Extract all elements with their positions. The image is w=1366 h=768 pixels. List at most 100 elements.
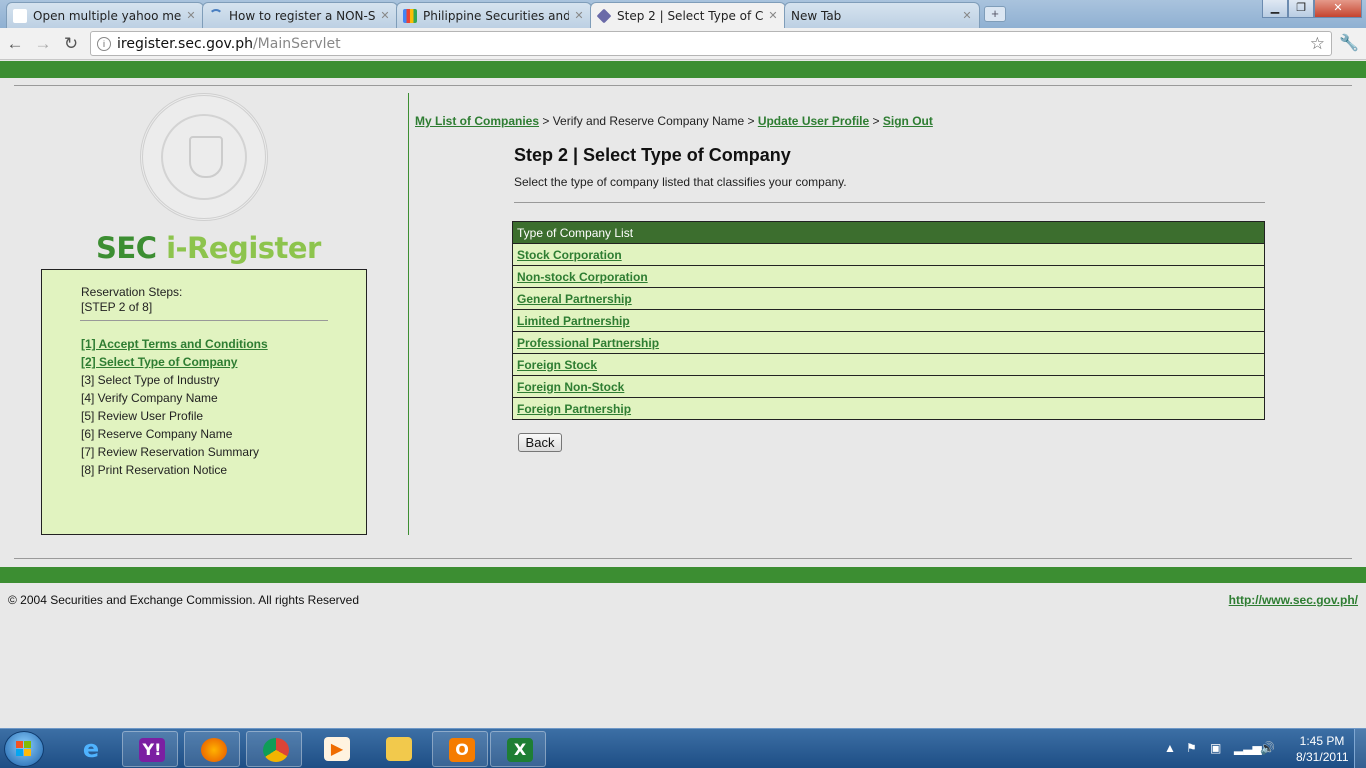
show-hidden-icons-icon[interactable]: ▲ bbox=[1164, 741, 1176, 755]
table-row: Foreign Non-Stock bbox=[512, 375, 1265, 398]
table-cell: General Partnership bbox=[512, 287, 1265, 310]
table-header: Type of Company List bbox=[512, 221, 1265, 244]
table-row: Limited Partnership bbox=[512, 309, 1265, 332]
table-row: General Partnership bbox=[512, 287, 1265, 310]
company-type-link-general-partnership[interactable]: General Partnership bbox=[517, 292, 632, 306]
browser-tab-strip: Open multiple yahoo mess ✕ How to regist… bbox=[0, 0, 1366, 28]
company-type-link-limited-partnership[interactable]: Limited Partnership bbox=[517, 314, 630, 328]
tab-label: Open multiple yahoo mess bbox=[33, 8, 181, 23]
tab-label: Step 2 | Select Type of Com bbox=[617, 8, 763, 23]
step-accept-terms-link[interactable]: [1] Accept Terms and Conditions bbox=[81, 335, 268, 353]
my-list-of-companies-link[interactable]: My List of Companies bbox=[415, 114, 539, 128]
table-row: Foreign Partnership bbox=[512, 397, 1265, 420]
address-bar[interactable]: i iregister.sec.gov.ph/MainServlet ☆ bbox=[90, 31, 1332, 56]
sec-iregister-logo: SEC i-Register bbox=[96, 231, 321, 265]
step-review-reservation-summary: [7] Review Reservation Summary bbox=[81, 445, 260, 459]
tab-close-icon[interactable]: ✕ bbox=[185, 9, 197, 22]
company-type-link-foreign-non-stock[interactable]: Foreign Non-Stock bbox=[517, 380, 624, 394]
update-user-profile-link[interactable]: Update User Profile bbox=[758, 114, 869, 128]
page-icon: i bbox=[97, 36, 111, 51]
table-row: Professional Partnership bbox=[512, 331, 1265, 354]
back-arrow-icon[interactable]: ← bbox=[4, 33, 26, 55]
divider bbox=[514, 202, 1265, 203]
close-window-button[interactable]: ✕ bbox=[1314, 0, 1362, 18]
taskbar-chrome[interactable] bbox=[246, 731, 302, 767]
url-host: iregister.sec.gov.ph bbox=[117, 35, 253, 52]
table-cell: Limited Partnership bbox=[512, 309, 1265, 332]
divider bbox=[14, 85, 1352, 86]
start-button[interactable] bbox=[4, 731, 44, 767]
taskbar-firefox[interactable] bbox=[184, 731, 240, 767]
minimize-button[interactable]: ▁ bbox=[1262, 0, 1288, 18]
browser-tab-philippine-sec[interactable]: Philippine Securities and Ex ✕ bbox=[396, 2, 592, 28]
device-icon[interactable]: ▣ bbox=[1210, 741, 1221, 755]
taskbar-file-explorer[interactable] bbox=[370, 731, 426, 767]
sign-out-link[interactable]: Sign Out bbox=[883, 114, 933, 128]
seal-shield-icon bbox=[189, 136, 223, 178]
bookmark-star-icon[interactable]: ☆ bbox=[1310, 34, 1325, 54]
tab-close-icon[interactable]: ✕ bbox=[573, 9, 585, 22]
step-verify-company-name: [4] Verify Company Name bbox=[81, 391, 218, 405]
browser-tab-how-to-register[interactable]: How to register a NON-Sto ✕ bbox=[202, 2, 398, 28]
vertical-divider bbox=[408, 93, 409, 535]
step-review-user-profile: [5] Review User Profile bbox=[81, 409, 204, 423]
company-type-link-foreign-partnership[interactable]: Foreign Partnership bbox=[517, 402, 631, 416]
folder-icon bbox=[386, 737, 412, 761]
tab-close-icon[interactable]: ✕ bbox=[379, 9, 391, 22]
show-desktop-button[interactable] bbox=[1354, 729, 1366, 768]
company-type-link-professional-partnership[interactable]: Professional Partnership bbox=[517, 336, 659, 350]
sidebar: SEC i-Register Reservation Steps: [STEP … bbox=[14, 93, 394, 535]
taskbar-media-player[interactable]: ▶ bbox=[308, 731, 364, 767]
tab-close-icon[interactable]: ✕ bbox=[961, 9, 973, 22]
taskbar-excel[interactable]: X bbox=[490, 731, 546, 767]
forward-arrow-icon[interactable]: → bbox=[32, 33, 54, 55]
internet-explorer-icon: e bbox=[82, 735, 100, 763]
company-type-link-foreign-stock[interactable]: Foreign Stock bbox=[517, 358, 597, 372]
footer-green-bar bbox=[0, 567, 1366, 583]
copyright-text: © 2004 Securities and Exchange Commissio… bbox=[8, 593, 360, 607]
wrench-menu-icon[interactable]: 🔧 bbox=[1339, 33, 1359, 53]
step-print-reservation-notice: [8] Print Reservation Notice bbox=[81, 463, 228, 477]
company-type-link-non-stock-corporation[interactable]: Non-stock Corporation bbox=[517, 270, 648, 284]
logo-sec-text: SEC bbox=[96, 231, 157, 265]
browser-tab-new-tab[interactable]: New Tab ✕ bbox=[784, 2, 980, 28]
browser-tab-yahoo[interactable]: Open multiple yahoo mess ✕ bbox=[6, 2, 204, 28]
sec-website-link[interactable]: http://www.sec.gov.ph/ bbox=[1229, 593, 1358, 607]
volume-icon[interactable]: 🔊 bbox=[1260, 741, 1275, 755]
browser-toolbar: ← → ↻ i iregister.sec.gov.ph/MainServlet… bbox=[0, 28, 1366, 60]
tab-label: How to register a NON-Sto bbox=[229, 8, 375, 23]
step-select-type-of-company-link[interactable]: [2] Select Type of Company bbox=[81, 353, 268, 371]
breadcrumb-separator: > bbox=[869, 114, 883, 128]
reload-icon[interactable]: ↻ bbox=[60, 33, 82, 55]
taskbar-clock[interactable]: 1:45 PM 8/31/2011 bbox=[1296, 733, 1349, 765]
steps-list: [1] Accept Terms and Conditions [2] Sele… bbox=[81, 335, 268, 479]
browser-tab-step2-active[interactable]: Step 2 | Select Type of Com ✕ bbox=[590, 2, 786, 28]
url-path: /MainServlet bbox=[252, 35, 341, 52]
taskbar-internet-explorer[interactable]: e bbox=[62, 731, 118, 767]
step-reserve-company-name: [6] Reserve Company Name bbox=[81, 427, 233, 441]
table-header-row: Type of Company List bbox=[512, 221, 1265, 244]
header-green-bar bbox=[0, 61, 1366, 78]
taskbar-outlook[interactable]: O bbox=[432, 731, 488, 767]
maximize-button[interactable]: ❐ bbox=[1288, 0, 1314, 18]
breadcrumb-separator: > bbox=[539, 114, 553, 128]
company-type-link-stock-corporation[interactable]: Stock Corporation bbox=[517, 248, 622, 262]
company-type-table: Type of Company List Stock Corporation N… bbox=[512, 221, 1265, 420]
page-title: Step 2 | Select Type of Company bbox=[514, 145, 791, 165]
table-cell: Professional Partnership bbox=[512, 331, 1265, 354]
tab-close-icon[interactable]: ✕ bbox=[767, 9, 779, 22]
windows-logo-icon bbox=[16, 741, 32, 757]
back-button[interactable]: Back bbox=[518, 433, 562, 452]
page-subtitle: Select the type of company listed that c… bbox=[514, 175, 847, 189]
new-tab-button[interactable]: + bbox=[984, 6, 1006, 22]
network-signal-icon[interactable]: ▂▃▅ bbox=[1234, 741, 1262, 755]
table-row: Non-stock Corporation bbox=[512, 265, 1265, 288]
table-cell: Foreign Stock bbox=[512, 353, 1265, 376]
taskbar-yahoo-messenger[interactable]: Y! bbox=[122, 731, 178, 767]
reservation-steps-panel: Reservation Steps: [STEP 2 of 8] [1] Acc… bbox=[41, 269, 367, 535]
page-viewport: SEC i-Register Reservation Steps: [STEP … bbox=[0, 61, 1366, 728]
loading-icon bbox=[209, 8, 223, 23]
action-center-flag-icon[interactable]: ⚑ bbox=[1186, 741, 1197, 755]
yahoo-messenger-icon: Y! bbox=[139, 738, 165, 762]
logo-iregister-text: i-Register bbox=[156, 231, 321, 265]
